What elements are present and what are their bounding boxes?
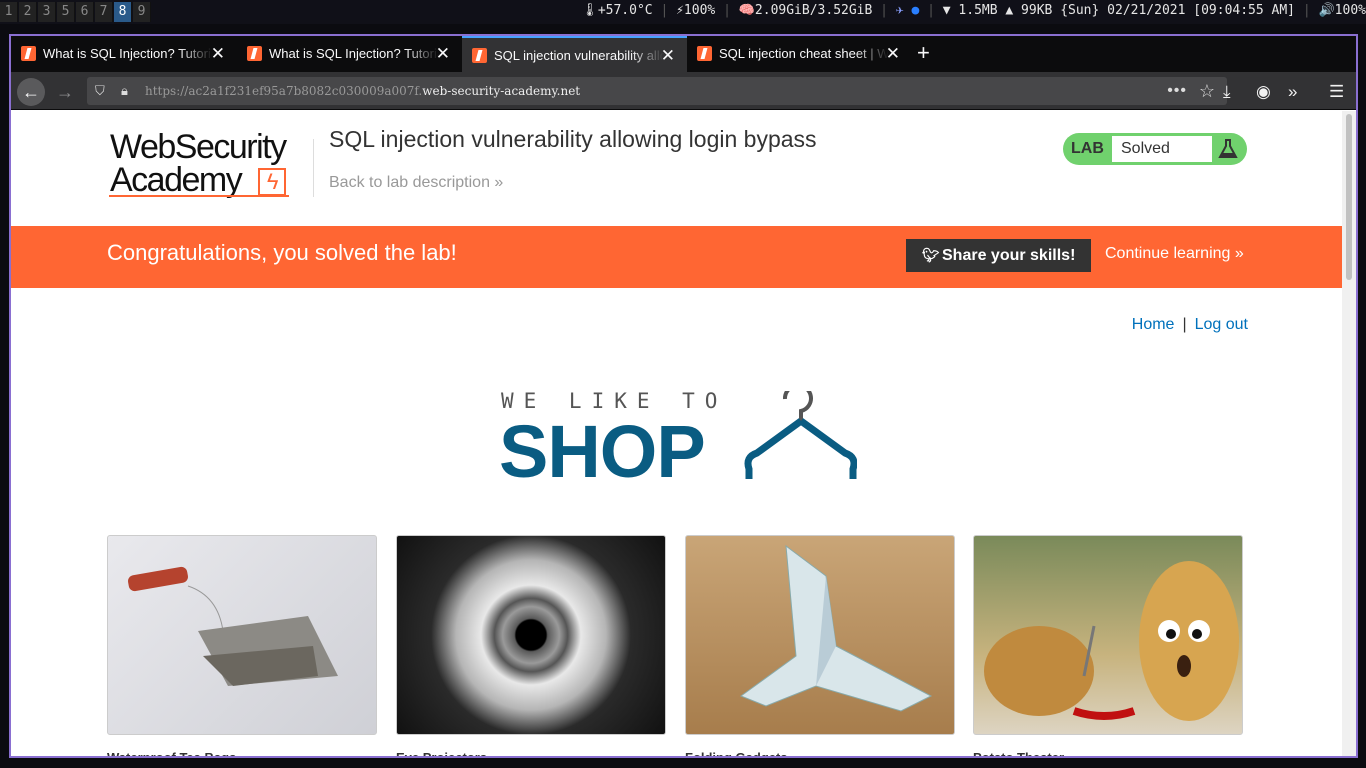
battery-readout: ⚡100% — [676, 3, 716, 18]
log-out-link[interactable]: Log out — [1195, 316, 1248, 333]
downloads-icon[interactable]: ⤓ — [1223, 78, 1231, 106]
lock-icon[interactable]: 🔒︎ — [121, 77, 128, 105]
page-actions-icon[interactable]: ••• — [1167, 77, 1187, 105]
url-text[interactable]: https://ac2a1f231ef95a7b8082c030009a007f… — [145, 77, 580, 105]
vpn-icon: ● — [911, 3, 920, 18]
share-label: Share your skills! — [942, 247, 1076, 264]
product-name[interactable]: Folding Gadgets — [685, 750, 788, 756]
back-to-lab-description-link[interactable]: Back to lab description » — [329, 174, 503, 192]
coat-hanger-icon — [744, 391, 857, 479]
bookmark-star-icon[interactable]: ☆ — [1199, 77, 1215, 105]
product-name[interactable]: Waterproof Tea Bags — [107, 750, 236, 756]
tab-title: SQL injection cheat sheet | Web Security… — [719, 46, 889, 61]
workspace-5[interactable]: 5 — [57, 2, 75, 22]
tab-title: What is SQL Injection? Tutorial & Exampl… — [269, 46, 439, 61]
network-icon: ✈ — [895, 3, 904, 18]
product-image-tea-bags[interactable] — [107, 535, 377, 735]
portswigger-favicon-icon — [697, 46, 712, 61]
tracking-shield-icon[interactable]: ⛉ — [95, 77, 105, 105]
lightning-bolt-icon: ϟ — [258, 168, 286, 196]
shop-wordmark: SHOP — [499, 410, 706, 493]
net-up-readout: ▲ 99KB — [1005, 3, 1053, 18]
logo-underline — [109, 195, 289, 197]
solved-banner: Congratulations, you solved the lab! 🐦︎ … — [11, 226, 1344, 288]
workspace-6[interactable]: 6 — [76, 2, 94, 22]
workspace-2[interactable]: 2 — [19, 2, 37, 22]
system-status-bar: 1 2 3 5 6 7 8 9 🌡+57.0°C | ⚡100% | 🧠2.09… — [0, 0, 1366, 24]
product-image-potato-theater[interactable] — [973, 535, 1243, 735]
product-name[interactable]: Eye Projectors — [396, 750, 487, 756]
url-bar[interactable]: ⛉ 🔒︎ https://ac2a1f231ef95a7b8082c030009… — [87, 77, 1227, 105]
workspace-7[interactable]: 7 — [95, 2, 113, 22]
temperature-readout: 🌡+57.0°C — [581, 3, 653, 18]
tab-sqli-tutorial-1[interactable]: What is SQL Injection? Tutorial & Exampl… — [11, 36, 237, 72]
portswigger-favicon-icon — [247, 46, 262, 61]
workspace-8[interactable]: 8 — [114, 2, 132, 22]
workspace-1[interactable]: 1 — [0, 2, 18, 22]
header-divider — [313, 139, 314, 197]
net-down-readout: ▼ 1.5MB — [942, 3, 998, 18]
web-security-academy-logo[interactable]: WebSecurity Academy ϟ — [109, 128, 310, 197]
close-tab-icon[interactable]: ✕ — [211, 36, 225, 72]
portswigger-favicon-icon — [472, 48, 487, 63]
continue-learning-link[interactable]: Continue learning » — [1105, 245, 1244, 263]
shop-logo: WE LIKE TO SHOP — [499, 389, 861, 493]
browser-window: What is SQL Injection? Tutorial & Exampl… — [9, 34, 1358, 758]
tab-lab-active[interactable]: SQL injection vulnerability allowing log… — [462, 36, 687, 72]
twitter-bird-icon: 🐦︎ — [922, 247, 940, 263]
tab-title: SQL injection vulnerability allowing log… — [494, 48, 664, 63]
forward-arrow-icon[interactable]: → — [51, 78, 79, 106]
close-tab-icon[interactable]: ✕ — [661, 38, 675, 72]
share-skills-button[interactable]: 🐦︎ Share your skills! — [906, 239, 1091, 272]
lab-title: SQL injection vulnerability allowing log… — [329, 126, 817, 152]
home-link[interactable]: Home — [1132, 316, 1175, 333]
congrats-message: Congratulations, you solved the lab! — [107, 240, 457, 265]
account-icon[interactable]: ◉ — [1256, 78, 1271, 106]
portswigger-favicon-icon — [21, 46, 36, 61]
tab-sqli-tutorial-2[interactable]: What is SQL Injection? Tutorial & Exampl… — [237, 36, 462, 72]
navigation-toolbar: ← → ⛉ 🔒︎ https://ac2a1f231ef95a7b8082c03… — [11, 72, 1356, 110]
new-tab-plus-icon[interactable]: + — [917, 36, 930, 72]
product-name[interactable]: Potato Theater — [973, 750, 1064, 756]
tab-strip: What is SQL Injection? Tutorial & Exampl… — [11, 36, 1356, 72]
overflow-chevron-icon[interactable]: » — [1288, 78, 1297, 106]
page-scrollbar[interactable] — [1342, 111, 1356, 756]
hamburger-menu-icon[interactable]: ☰ — [1329, 78, 1344, 106]
flask-icon — [1218, 139, 1238, 158]
lab-status-badge: LAB Solved — [1063, 133, 1247, 165]
tab-cheat-sheet[interactable]: SQL injection cheat sheet | Web Security… — [687, 36, 912, 72]
memory-readout: 🧠2.09GiB/3.52GiB — [738, 3, 873, 18]
tab-title: What is SQL Injection? Tutorial & Exampl… — [43, 46, 213, 61]
lab-status: Solved — [1112, 136, 1212, 162]
clock: {Sun} 02/21/2021 [09:04:55 AM] — [1060, 3, 1296, 18]
workspace-3[interactable]: 3 — [38, 2, 56, 22]
close-tab-icon[interactable]: ✕ — [886, 36, 900, 72]
product-image-eye-projectors[interactable] — [396, 535, 666, 735]
status-items: 🌡+57.0°C | ⚡100% | 🧠2.09GiB/3.52GiB | ✈ … — [581, 3, 1366, 18]
lab-label: LAB — [1071, 140, 1104, 157]
web-page: WebSecurity Academy ϟ SQL injection vuln… — [11, 111, 1344, 756]
volume-readout: 🔊100% — [1318, 3, 1366, 18]
close-tab-icon[interactable]: ✕ — [436, 36, 450, 72]
workspace-9[interactable]: 9 — [133, 2, 151, 22]
logo-line-1: WebSecurity — [110, 128, 287, 166]
account-nav: Home | Log out — [1131, 316, 1248, 333]
back-arrow-icon[interactable]: ← — [17, 78, 45, 106]
scrollbar-thumb[interactable] — [1346, 114, 1352, 280]
product-image-folding-gadgets[interactable] — [685, 535, 955, 735]
